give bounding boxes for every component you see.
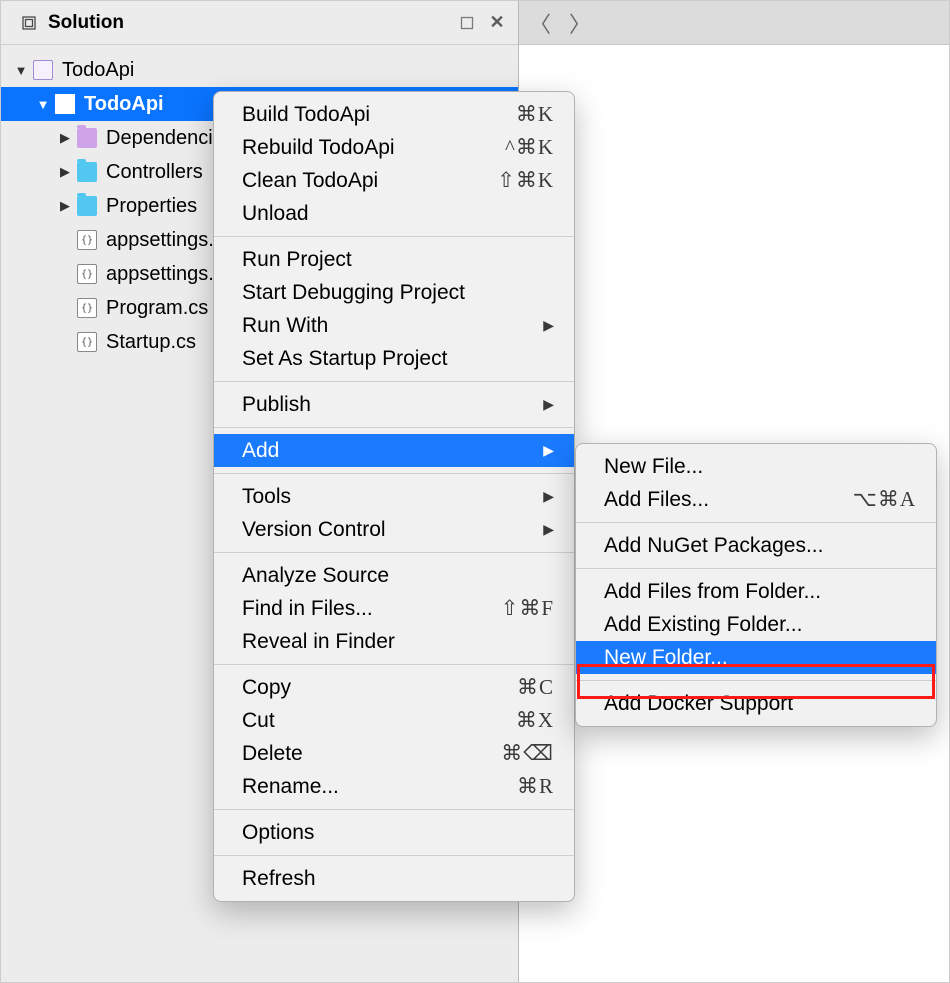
dependencies-folder-icon — [77, 128, 97, 148]
menu-separator — [214, 552, 574, 553]
tree-label: Startup.cs — [106, 331, 196, 354]
editor-toolbar: 〈 〉 — [519, 1, 949, 45]
menu-separator — [214, 381, 574, 382]
submenu-arrow-icon: ▶ — [543, 488, 554, 505]
nav-forward-icon[interactable]: 〉 — [569, 7, 591, 39]
submenu-arrow-icon: ▶ — [543, 442, 554, 459]
disclosure-icon[interactable]: ▼ — [35, 97, 51, 112]
json-file-icon: {} — [77, 264, 97, 284]
nav-back-icon[interactable]: 〈 — [529, 7, 551, 39]
menu-separator — [576, 522, 936, 523]
menu-new-folder[interactable]: New Folder... — [576, 641, 936, 674]
tree-root[interactable]: ▼ TodoApi — [1, 53, 518, 87]
json-file-icon: {} — [77, 230, 97, 250]
close-icon[interactable]: ✕ — [486, 12, 508, 34]
dock-icon[interactable] — [456, 12, 478, 34]
tree-label: Program.cs — [106, 297, 208, 320]
menu-rename[interactable]: Rename...⌘R — [214, 770, 574, 803]
menu-separator — [214, 664, 574, 665]
submenu-arrow-icon: ▶ — [543, 521, 554, 538]
menu-options[interactable]: Options — [214, 816, 574, 849]
menu-delete[interactable]: Delete⌘⌫ — [214, 737, 574, 770]
menu-version-control[interactable]: Version Control▶ — [214, 513, 574, 546]
solution-icon — [33, 60, 53, 80]
tree-label: Controllers — [106, 161, 203, 184]
menu-build[interactable]: Build TodoApi⌘K — [214, 98, 574, 131]
menu-publish[interactable]: Publish▶ — [214, 388, 574, 421]
menu-start-debugging[interactable]: Start Debugging Project — [214, 276, 574, 309]
submenu-arrow-icon: ▶ — [543, 317, 554, 334]
menu-separator — [576, 680, 936, 681]
panel-title: Solution — [48, 12, 124, 34]
disclosure-icon[interactable]: ▶ — [57, 198, 73, 214]
menu-separator — [576, 568, 936, 569]
menu-analyze[interactable]: Analyze Source — [214, 559, 574, 592]
menu-cut[interactable]: Cut⌘X — [214, 704, 574, 737]
panel-header: Solution ✕ — [1, 1, 518, 45]
menu-rebuild[interactable]: Rebuild TodoApi^⌘K — [214, 131, 574, 164]
menu-clean[interactable]: Clean TodoApi⇧⌘K — [214, 164, 574, 197]
menu-copy[interactable]: Copy⌘C — [214, 671, 574, 704]
menu-tools[interactable]: Tools▶ — [214, 480, 574, 513]
disclosure-icon[interactable]: ▶ — [57, 130, 73, 146]
tree-project-label: TodoApi — [84, 93, 164, 116]
cs-file-icon: {} — [77, 332, 97, 352]
submenu-arrow-icon: ▶ — [543, 396, 554, 413]
menu-separator — [214, 427, 574, 428]
project-icon — [55, 94, 75, 114]
menu-add[interactable]: Add▶ — [214, 434, 574, 467]
add-submenu: New File... Add Files...⌥⌘A Add NuGet Pa… — [575, 443, 937, 727]
menu-new-file[interactable]: New File... — [576, 450, 936, 483]
folder-icon — [77, 162, 97, 182]
disclosure-icon[interactable]: ▶ — [57, 164, 73, 180]
menu-run-with[interactable]: Run With▶ — [214, 309, 574, 342]
menu-refresh[interactable]: Refresh — [214, 862, 574, 895]
menu-add-files-from-folder[interactable]: Add Files from Folder... — [576, 575, 936, 608]
folder-icon — [77, 196, 97, 216]
menu-set-startup[interactable]: Set As Startup Project — [214, 342, 574, 375]
cs-file-icon: {} — [77, 298, 97, 318]
menu-separator — [214, 236, 574, 237]
solution-header-icon — [19, 13, 39, 33]
menu-add-docker[interactable]: Add Docker Support — [576, 687, 936, 720]
menu-separator — [214, 855, 574, 856]
menu-separator — [214, 809, 574, 810]
tree-root-label: TodoApi — [62, 59, 134, 82]
menu-separator — [214, 473, 574, 474]
menu-unload[interactable]: Unload — [214, 197, 574, 230]
menu-add-files[interactable]: Add Files...⌥⌘A — [576, 483, 936, 516]
menu-add-nuget[interactable]: Add NuGet Packages... — [576, 529, 936, 562]
project-context-menu: Build TodoApi⌘K Rebuild TodoApi^⌘K Clean… — [213, 91, 575, 902]
menu-find-in-files[interactable]: Find in Files...⇧⌘F — [214, 592, 574, 625]
disclosure-icon[interactable]: ▼ — [13, 63, 29, 78]
tree-label: Properties — [106, 195, 197, 218]
menu-reveal-finder[interactable]: Reveal in Finder — [214, 625, 574, 658]
menu-add-existing-folder[interactable]: Add Existing Folder... — [576, 608, 936, 641]
menu-run-project[interactable]: Run Project — [214, 243, 574, 276]
